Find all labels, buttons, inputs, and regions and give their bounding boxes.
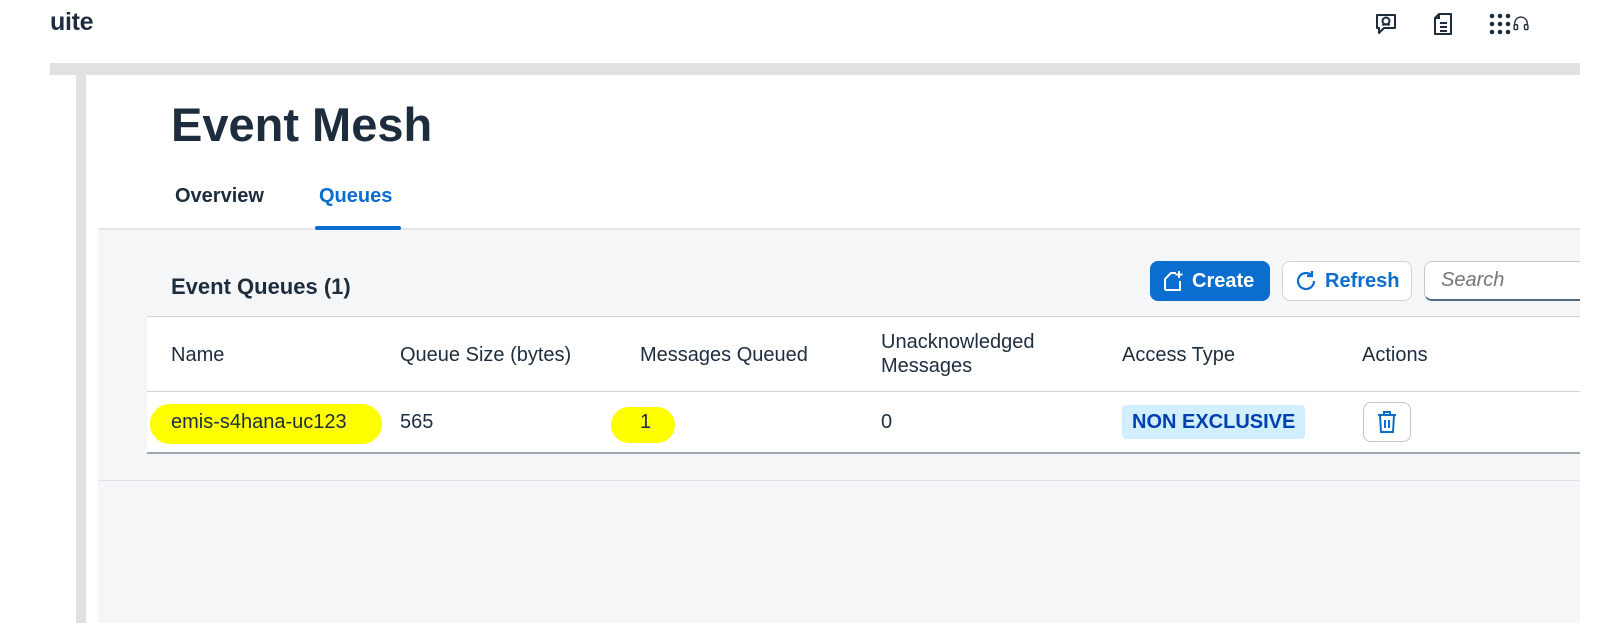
- event-queues-card: Event Queues (1) Create Refresh Search N…: [147, 250, 1580, 480]
- trash-icon: [1378, 411, 1396, 433]
- object-header: Event Mesh Overview Queues: [98, 75, 1580, 230]
- refresh-button-label: Refresh: [1325, 269, 1400, 292]
- shell-bar: uite: [0, 0, 1600, 48]
- search-input[interactable]: [1424, 261, 1580, 301]
- page-frame-top: [50, 63, 1580, 75]
- refresh-button[interactable]: Refresh: [1282, 261, 1412, 301]
- side-panel: [50, 75, 86, 623]
- table-row[interactable]: emis-s4hana-uc123 565 1 0 NON EXCLUSIVE: [147, 392, 1580, 454]
- table-header: Name Queue Size (bytes) Messages Queued …: [147, 316, 1580, 392]
- active-tab-indicator: [315, 226, 401, 230]
- brand-title: uite: [50, 8, 94, 36]
- column-header-name[interactable]: Name: [171, 343, 224, 367]
- create-icon: [1160, 268, 1186, 294]
- main-content: Event Mesh Overview Queues Event Queues …: [98, 75, 1580, 623]
- column-header-messages-queued[interactable]: Messages Queued: [640, 343, 808, 367]
- feedback-icon[interactable]: [1370, 8, 1402, 40]
- unacknowledged-messages: 0: [881, 411, 893, 433]
- access-type-badge: NON EXCLUSIVE: [1122, 405, 1306, 439]
- section-divider: [98, 480, 1580, 481]
- page-title: Event Mesh: [171, 98, 433, 151]
- create-button[interactable]: Create: [1150, 261, 1270, 301]
- refresh-icon: [1293, 268, 1319, 294]
- delete-button[interactable]: [1363, 402, 1411, 442]
- column-header-access-type[interactable]: Access Type: [1122, 343, 1235, 367]
- queue-size: 565: [400, 411, 434, 433]
- notes-icon[interactable]: [1427, 8, 1459, 40]
- tab-overview[interactable]: Overview: [175, 185, 264, 208]
- column-header-unacknowledged[interactable]: Unacknowledged Messages: [881, 330, 1071, 378]
- tab-queues[interactable]: Queues: [319, 185, 392, 208]
- support-icon[interactable]: [1512, 8, 1530, 40]
- create-button-label: Create: [1192, 269, 1255, 292]
- messages-queued: 1: [640, 411, 652, 433]
- column-header-queue-size[interactable]: Queue Size (bytes): [400, 343, 571, 367]
- queue-name[interactable]: emis-s4hana-uc123: [171, 410, 347, 434]
- table-title: Event Queues (1): [171, 274, 351, 299]
- column-header-actions: Actions: [1362, 344, 1428, 366]
